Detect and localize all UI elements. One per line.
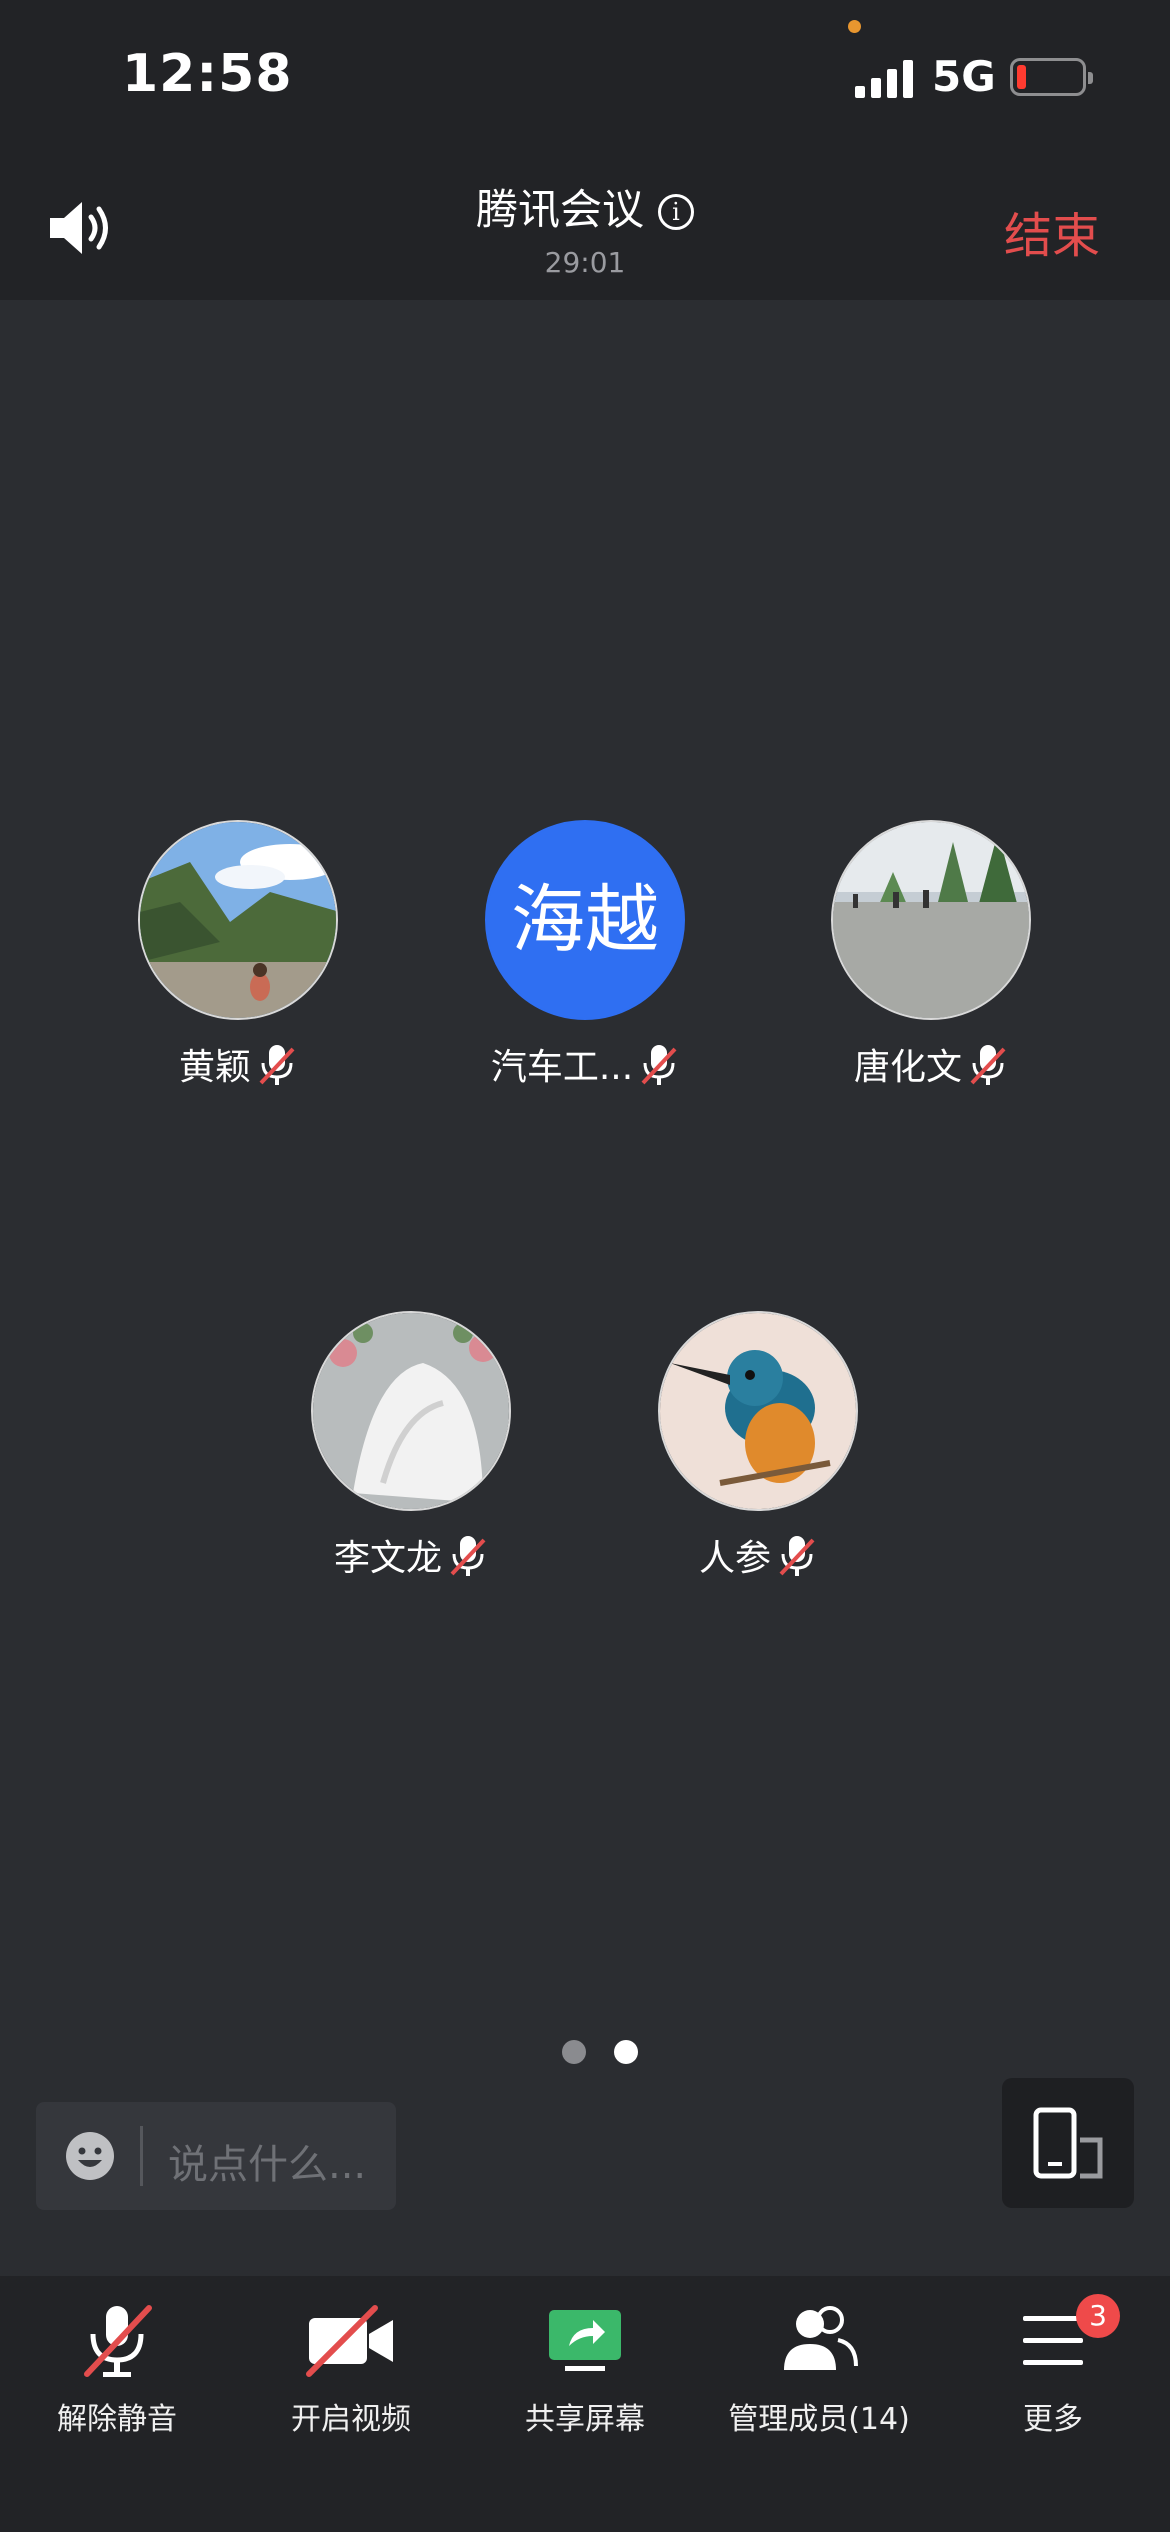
start-video-label: 开启视频 [291,2402,411,2437]
divider [140,2126,143,2186]
mic-muted-icon [641,1045,677,1085]
end-meeting-button[interactable]: 结束 [1004,196,1100,266]
mic-muted-icon [259,1045,295,1085]
avatar [138,820,338,1020]
page-indicator[interactable] [548,2040,652,2066]
manage-members-button[interactable]: 管理成员(14) [702,2300,936,2438]
notification-badge: 3 [1076,2294,1120,2338]
participant-tile[interactable]: 黄颖 [88,820,388,1090]
emoji-icon[interactable] [64,2130,116,2182]
meeting-title-text: 腾讯会议 [475,185,644,234]
participant-name: 人参 [698,1538,771,1579]
privacy-indicator-dot [848,20,861,33]
participant-tile[interactable]: 人参 [608,1311,908,1581]
start-video-button[interactable]: 开启视频 [234,2300,468,2438]
unmute-label: 解除静音 [57,2402,177,2437]
bottom-toolbar: 解除静音 开启视频 共享屏幕 管理成员(14) 3 更多 [0,2276,1170,2532]
battery-icon [1010,58,1093,96]
manage-members-label: 管理成员(14) [728,2402,910,2437]
clock: 12:58 [122,44,293,104]
participant-tile[interactable]: 海越 汽车工... [435,820,735,1090]
mic-muted-icon [970,1045,1006,1085]
more-button[interactable]: 3 更多 [936,2294,1170,2438]
mic-muted-icon [450,1536,486,1576]
share-screen-label: 共享屏幕 [525,2402,645,2437]
chat-input[interactable]: 说点什么... [36,2102,396,2210]
info-icon[interactable]: i [658,194,694,230]
avatar-text: 海越 [485,820,685,1020]
meeting-header: 腾讯会议 i 29:01 结束 [0,150,1170,300]
mic-muted-icon [779,1536,815,1576]
participant-name: 李文龙 [333,1538,442,1579]
page-dot[interactable] [562,2040,586,2064]
members-icon [784,2306,858,2370]
participant-tile[interactable]: 李文龙 [261,1311,561,1581]
chat-placeholder: 说点什么... [168,2142,367,2188]
signal-icon [855,58,913,98]
meeting-title[interactable]: 腾讯会议 i [0,176,1170,237]
meeting-duration: 29:01 [544,246,626,279]
rotate-screen-icon [1033,2107,1103,2179]
avatar [658,1311,858,1511]
video-off-icon [306,2305,393,2377]
unmute-button[interactable]: 解除静音 [0,2300,234,2438]
rotate-screen-button[interactable] [1002,2078,1134,2208]
avatar [311,1311,511,1511]
network-type: 5G [932,52,996,101]
avatar [831,820,1031,1020]
share-screen-button[interactable]: 共享屏幕 [468,2300,702,2438]
page-dot-active[interactable] [614,2040,638,2064]
share-screen-icon [549,2310,621,2371]
status-bar: 12:58 5G [0,0,1170,150]
mic-off-icon [84,2305,152,2377]
participant-name: 黄颖 [178,1047,251,1088]
participant-name: 汽车工... [490,1047,634,1088]
participant-tile[interactable]: 唐化文 [781,820,1081,1090]
participant-name: 唐化文 [853,1047,962,1088]
more-label: 更多 [1023,2402,1083,2437]
